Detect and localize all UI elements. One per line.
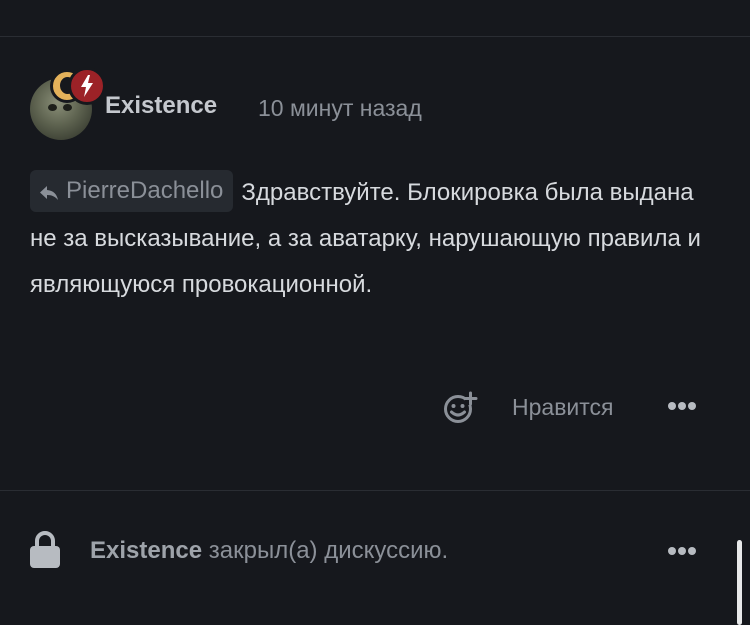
section-divider: [0, 490, 750, 491]
author-avatar-group[interactable]: [28, 66, 108, 142]
ellipsis-icon: [678, 402, 686, 410]
event-actor[interactable]: Existence: [90, 537, 202, 564]
lightning-icon-glyph: [81, 75, 93, 97]
lock-icon: [28, 530, 62, 570]
like-button[interactable]: Нравится: [512, 393, 614, 421]
ellipsis-icon: [668, 547, 676, 555]
add-reaction-button[interactable]: [442, 390, 478, 426]
event-more-button[interactable]: [666, 542, 702, 562]
ellipsis-icon: [688, 547, 696, 555]
comment-author[interactable]: Existence: [105, 92, 217, 120]
avatar-detail: [63, 104, 72, 111]
add-reaction-icon: [444, 391, 478, 423]
ellipsis-icon: [688, 402, 696, 410]
comment-more-button[interactable]: [666, 397, 702, 417]
ellipsis-icon: [668, 402, 676, 410]
scrollbar-thumb[interactable]: [737, 540, 742, 625]
reply-to-username: PierreDachello: [66, 177, 224, 204]
comment-body: PierreDachello Здравствуйте. Блокировка …: [30, 170, 720, 308]
ellipsis-icon: [678, 547, 686, 555]
top-divider: [0, 36, 750, 37]
lock-icon-glyph: [30, 531, 60, 568]
reply-to-chip[interactable]: PierreDachello: [30, 170, 234, 212]
discussion-thread: Existence 10 минут назад PierreDachello …: [0, 0, 750, 625]
reply-arrow-icon: [40, 186, 58, 200]
lightning-icon: [68, 67, 106, 105]
event-action-text: закрыл(а) дискуссию.: [208, 537, 449, 564]
discussion-closed-event: Existence закрыл(а) дискуссию.: [90, 536, 448, 566]
comment-timestamp[interactable]: 10 минут назад: [258, 94, 422, 122]
avatar-detail: [48, 104, 57, 111]
